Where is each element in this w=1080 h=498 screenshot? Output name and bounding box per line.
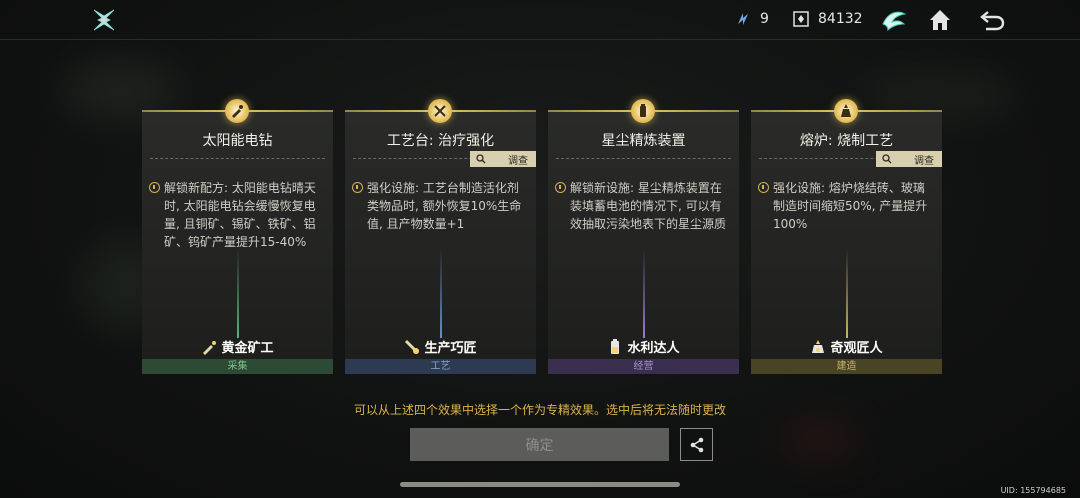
card-description: 解锁新配方: 太阳能电钻晴天时, 太阳能电钻会缓慢恢复电量, 且铜矿、锡矿、铁矿…: [164, 181, 316, 249]
category-bar: 工艺: [345, 359, 536, 374]
role-label: 生产巧匠: [345, 337, 536, 356]
category-label: 经营: [633, 361, 654, 372]
light-beam: [439, 248, 442, 338]
investigate-button[interactable]: 调查: [470, 151, 536, 167]
card-description: 解锁新设施: 星尘精炼装置在装填蓄电池的情况下, 可以有效抽取污染地表下的星尘源…: [570, 181, 727, 231]
battery-icon: [631, 99, 655, 123]
energy-value: 9: [760, 11, 769, 27]
light-beam: [845, 248, 848, 338]
card-description: 强化设施: 工艺台制造活化剂类物品时, 额外恢复10%生命值, 且产物数量+1: [367, 181, 522, 231]
drill-icon: [225, 99, 249, 123]
card-title: 太阳能电钻: [202, 133, 273, 149]
role-name: 生产巧匠: [424, 341, 477, 356]
info-icon: [758, 182, 769, 193]
battery-icon: [611, 338, 620, 354]
user-id: UID: 155794685: [1000, 486, 1066, 495]
category-bar: 采集: [142, 359, 333, 374]
info-icon: [149, 182, 160, 193]
confirm-button[interactable]: 确定: [410, 428, 669, 461]
top-bar: 9 84132: [0, 0, 1080, 40]
specialization-card-3[interactable]: 星尘精炼装置 解锁新设施: 星尘精炼装置在装填蓄电池的情况下, 可以有效抽取污染…: [548, 110, 739, 374]
magnifier-icon: [882, 154, 892, 164]
role-name: 黄金矿工: [221, 341, 274, 356]
category-label: 工艺: [430, 361, 451, 372]
currency-resource: 84132: [792, 10, 863, 28]
share-icon: [690, 437, 703, 452]
card-title: 星尘精炼装置: [601, 133, 686, 149]
specialization-card-4[interactable]: 熔炉: 烧制工艺 调查 强化设施: 熔炉烧结砖、玻璃制造时间缩短50%, 产量提…: [751, 110, 942, 374]
investigate-button[interactable]: 调查: [876, 151, 942, 167]
investigate-label: 调查: [508, 155, 528, 167]
app-logo-icon[interactable]: [92, 8, 116, 32]
role-name: 水利达人: [627, 341, 680, 356]
specialization-card-2[interactable]: 工艺台: 治疗强化 调查 强化设施: 工艺台制造活化剂类物品时, 额外恢复10%…: [345, 110, 536, 374]
repair-tools-icon: [428, 99, 452, 123]
furnace-icon: [834, 99, 858, 123]
share-button[interactable]: [680, 428, 713, 461]
gesture-bar[interactable]: [400, 482, 680, 487]
card-title: 熔炉: 烧制工艺: [799, 133, 894, 149]
role-label: 黄金矿工: [142, 337, 333, 356]
kiln-icon: [812, 339, 825, 353]
light-beam: [642, 248, 645, 338]
light-beam: [236, 248, 239, 338]
info-icon: [352, 182, 363, 193]
energy-icon: [738, 13, 748, 25]
currency-value: 84132: [818, 11, 863, 27]
specialization-card-1[interactable]: 太阳能电钻 解锁新配方: 太阳能电钻晴天时, 太阳能电钻会缓慢恢复电量, 且铜矿…: [142, 110, 333, 374]
role-label: 奇观匠人: [751, 337, 942, 356]
energy-resource: 9: [734, 10, 769, 28]
role-name: 奇观匠人: [830, 341, 883, 356]
category-label: 建造: [836, 361, 857, 372]
role-label: 水利达人: [548, 337, 739, 356]
tool-icon: [405, 339, 420, 354]
category-label: 采集: [227, 361, 248, 372]
category-bar: 建造: [751, 359, 942, 374]
confirm-label: 确定: [525, 437, 554, 454]
divider: [556, 158, 731, 159]
card-description: 强化设施: 熔炉烧结砖、玻璃制造时间缩短50%, 产量提升100%: [773, 181, 928, 231]
wing-emblem-icon[interactable]: [880, 6, 908, 34]
drill-icon: [203, 340, 217, 355]
card-title: 工艺台: 治疗强化: [386, 133, 495, 149]
selection-hint: 可以从上述四个效果中选择一个作为专精效果。选中后将无法随时更改: [353, 403, 726, 417]
investigate-label: 调查: [914, 155, 934, 167]
back-icon[interactable]: [978, 6, 1006, 34]
info-icon: [555, 182, 566, 193]
background-blur: [780, 420, 860, 460]
currency-icon: [793, 11, 809, 27]
divider: [150, 158, 325, 159]
magnifier-icon: [476, 154, 486, 164]
home-icon[interactable]: [926, 6, 954, 34]
category-bar: 经营: [548, 359, 739, 374]
